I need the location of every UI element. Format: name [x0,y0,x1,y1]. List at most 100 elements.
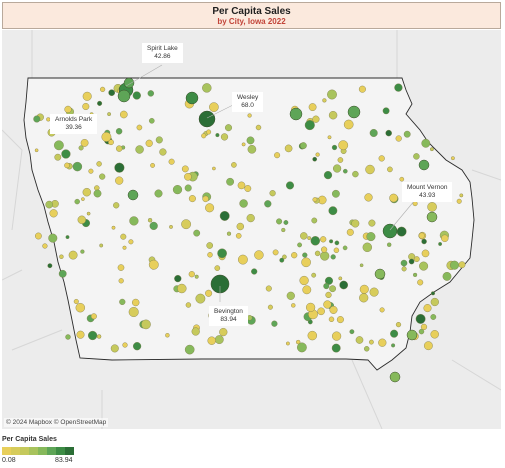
city-marker[interactable] [368,339,374,345]
city-marker[interactable] [219,210,230,221]
city-marker[interactable] [271,320,278,327]
city-marker-large[interactable] [347,105,361,119]
city-marker[interactable] [214,265,221,271]
city-marker[interactable] [327,89,337,100]
city-marker[interactable] [421,238,427,245]
city-marker[interactable] [205,203,215,213]
city-marker[interactable] [459,193,464,198]
city-marker[interactable] [395,135,402,142]
city-marker-large[interactable] [406,329,418,341]
city-marker[interactable] [399,176,405,182]
city-marker[interactable] [110,344,119,353]
city-marker[interactable] [80,249,85,254]
city-marker[interactable] [366,232,376,242]
city-marker[interactable] [251,268,258,275]
city-marker[interactable] [82,102,90,110]
city-marker[interactable] [430,314,437,320]
city-marker[interactable] [42,243,48,249]
city-marker[interactable] [133,342,142,351]
city-marker[interactable] [184,172,192,181]
city-marker[interactable] [395,322,402,328]
city-marker[interactable] [48,233,58,243]
city-marker[interactable] [299,275,309,286]
city-marker[interactable] [101,132,112,142]
city-marker[interactable] [246,214,255,223]
city-marker[interactable] [96,334,102,339]
city-marker[interactable] [359,284,369,294]
city-marker[interactable] [315,152,320,157]
city-marker[interactable] [359,263,364,268]
city-marker[interactable] [352,170,359,178]
city-marker[interactable] [172,185,183,195]
city-marker[interactable] [54,140,64,151]
city-marker[interactable] [122,245,127,250]
city-marker[interactable] [168,158,175,165]
city-marker[interactable] [441,234,449,243]
city-marker[interactable] [247,145,257,154]
city-marker[interactable] [254,250,264,260]
city-marker[interactable] [408,258,415,265]
city-marker[interactable] [339,280,349,290]
city-marker[interactable] [206,242,213,249]
iowa-map[interactable]: Spirit Lake 42.86 Wesley 68.0 Arnolds Pa… [2,30,501,429]
city-marker[interactable] [299,142,307,150]
city-marker[interactable] [207,252,213,258]
city-marker[interactable] [117,264,125,271]
city-marker[interactable] [209,102,219,112]
city-marker[interactable] [235,232,242,239]
city-marker[interactable] [147,90,155,97]
city-marker[interactable] [417,279,424,286]
city-marker[interactable] [165,333,170,338]
city-marker[interactable] [310,236,320,246]
city-marker[interactable] [191,327,200,336]
city-marker[interactable] [378,338,387,347]
city-marker[interactable] [413,272,418,277]
city-marker[interactable] [194,274,199,279]
city-marker-large[interactable] [426,211,438,223]
city-marker[interactable] [135,145,144,154]
city-marker[interactable] [279,257,285,263]
city-marker[interactable] [291,303,296,308]
city-marker[interactable] [323,300,332,309]
city-marker[interactable] [329,239,334,244]
city-marker[interactable] [276,218,283,225]
city-marker[interactable] [355,336,364,344]
city-marker[interactable] [184,184,192,192]
city-marker[interactable] [415,313,426,324]
city-marker[interactable] [237,181,246,190]
city-marker[interactable] [113,202,120,209]
city-marker[interactable] [338,140,349,151]
city-marker[interactable] [300,232,308,240]
city-marker[interactable] [421,138,431,148]
city-marker[interactable] [391,343,396,348]
city-marker[interactable] [429,147,434,152]
city-marker[interactable] [423,304,432,313]
city-marker[interactable] [244,185,252,192]
city-marker[interactable] [311,217,318,224]
city-marker[interactable] [86,211,91,216]
city-marker[interactable] [312,115,320,123]
city-marker[interactable] [336,316,344,324]
city-marker[interactable] [351,219,360,228]
city-marker[interactable] [193,229,201,237]
city-marker[interactable] [181,165,189,173]
city-marker[interactable] [274,152,281,159]
city-marker[interactable] [35,232,42,240]
city-marker[interactable] [148,259,159,270]
city-marker[interactable] [58,269,67,278]
city-marker[interactable] [177,283,187,294]
city-marker-large[interactable] [185,91,199,105]
city-marker[interactable] [115,128,123,135]
city-marker-large[interactable] [382,223,398,239]
city-marker[interactable] [314,250,321,257]
city-marker[interactable] [332,331,342,341]
city-marker[interactable] [450,156,455,161]
city-marker[interactable] [297,242,302,248]
city-marker-large[interactable] [127,189,139,201]
city-marker[interactable] [195,293,206,304]
city-marker[interactable] [286,291,295,300]
city-marker[interactable] [184,344,195,355]
city-marker[interactable] [141,319,151,330]
city-marker[interactable] [149,221,158,231]
city-marker[interactable] [308,103,317,112]
